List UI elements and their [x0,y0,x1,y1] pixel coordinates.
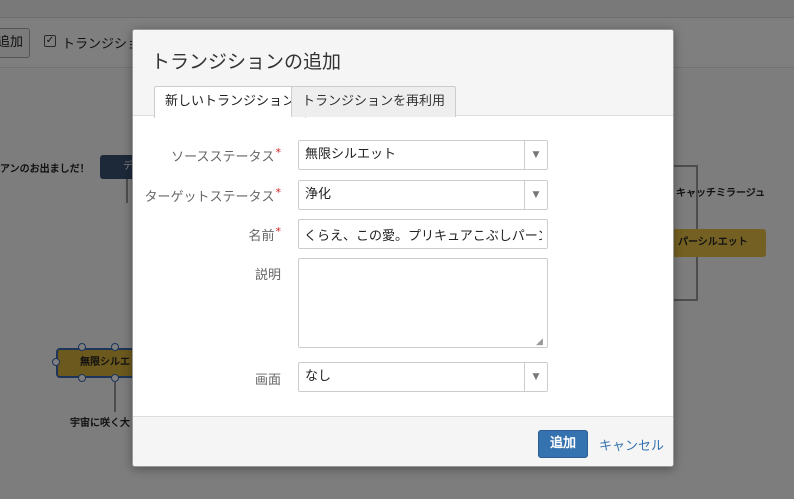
tab-reuse-transition[interactable]: トランジションを再利用 [291,86,457,117]
dialog-header: トランジションの追加 新しいトランジション トランジションを再利用 [133,30,673,118]
source-status-label: ソースステータス* [171,146,281,165]
source-status-select[interactable]: 無限シルエット ▼ [298,140,548,170]
screen-value: なし [305,369,332,384]
description-textarea[interactable] [298,258,548,348]
target-status-value: 浄化 [305,187,332,202]
screen-label: 画面 [254,373,281,388]
name-label: 名前* [248,225,281,244]
required-marker: * [275,146,282,159]
source-status-value: 無限シルエット [305,147,397,162]
target-status-label-text: ターゲットステータス [144,190,275,205]
add-button[interactable]: 追加 [538,430,588,458]
target-status-label: ターゲットステータス* [144,186,281,205]
chevron-down-icon[interactable]: ▼ [524,363,547,391]
dialog-footer: 追加 キャンセル [133,416,673,466]
required-marker: * [275,225,282,238]
description-label: 説明 [254,268,281,283]
required-marker: * [275,186,282,199]
add-transition-dialog: トランジションの追加 新しいトランジション トランジションを再利用 ソースステー… [132,29,674,467]
chevron-down-icon[interactable]: ▼ [524,181,547,209]
screen-select[interactable]: なし ▼ [298,362,548,392]
resize-grip-icon[interactable]: ◢ [536,337,546,347]
name-label-text: 名前 [248,229,275,244]
chevron-down-icon[interactable]: ▼ [524,141,547,169]
transition-name-input[interactable] [298,219,548,249]
dialog-title: トランジションの追加 [151,51,342,73]
tab-new-transition[interactable]: 新しいトランジション [154,86,307,118]
target-status-select[interactable]: 浄化 ▼ [298,180,548,210]
source-status-label-text: ソースステータス [171,150,275,165]
cancel-link[interactable]: キャンセル [599,435,664,454]
